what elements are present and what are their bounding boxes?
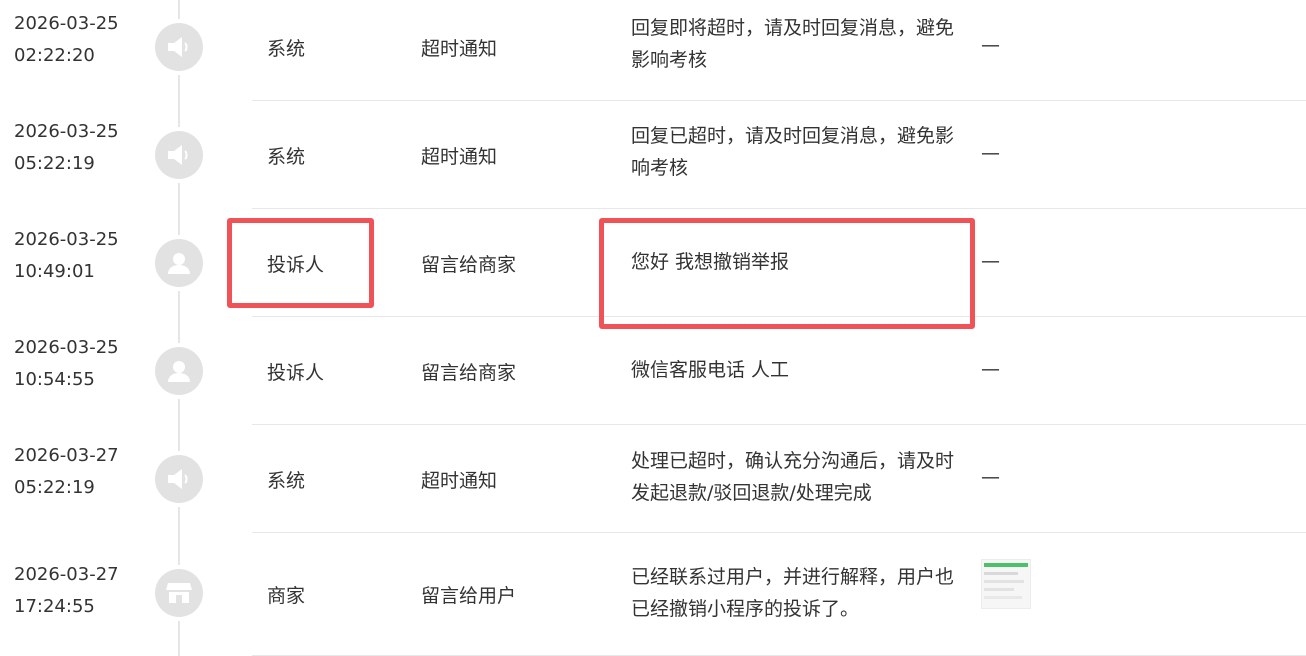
person-icon bbox=[155, 347, 203, 395]
timestamp-date: 2026-03-25 bbox=[14, 13, 119, 34]
attachment-placeholder: — bbox=[981, 466, 1000, 488]
message-type: 超时通知 bbox=[421, 146, 498, 168]
timestamp-date: 2026-03-25 bbox=[14, 337, 119, 358]
message-content: 已经联系过用户，并进行解释，用户也已经撤销小程序的投诉了。 bbox=[631, 566, 955, 620]
highlight-box-role bbox=[227, 218, 374, 308]
message-type: 留言给商家 bbox=[421, 362, 517, 384]
timestamp: 2026-03-27 05:22:19 bbox=[14, 440, 154, 504]
row-divider bbox=[252, 532, 1306, 533]
attachment-placeholder: — bbox=[981, 34, 1000, 56]
timestamp-time: 17:24:55 bbox=[14, 596, 95, 617]
speaker-icon bbox=[155, 131, 203, 179]
timeline-row: 2026-03-25 10:54:55 投诉人 留言给商家 微信客服电话 人工 … bbox=[0, 317, 1306, 425]
timeline-row: 2026-03-27 17:24:55 商家 留言给用户 已经联系过用户，并进行… bbox=[0, 534, 1306, 656]
message-type: 留言给商家 bbox=[421, 254, 517, 276]
timeline-row: 2026-03-27 05:22:19 系统 超时通知 处理已超时，确认充分沟通… bbox=[0, 425, 1306, 533]
person-icon bbox=[155, 239, 203, 287]
sender-role: 系统 bbox=[267, 146, 306, 168]
timeline-row: 2026-03-25 02:22:20 系统 超时通知 回复即将超时，请及时回复… bbox=[0, 0, 1306, 101]
timestamp-time: 02:22:20 bbox=[14, 45, 95, 66]
store-icon bbox=[155, 569, 203, 617]
timestamp-time: 05:22:19 bbox=[14, 153, 95, 174]
message-type: 留言给用户 bbox=[421, 585, 517, 607]
message-type: 超时通知 bbox=[421, 38, 498, 60]
timestamp: 2026-03-25 05:22:19 bbox=[14, 116, 154, 180]
timestamp-date: 2026-03-25 bbox=[14, 121, 119, 142]
message-content: 处理已超时，确认充分沟通后，请及时发起退款/驳回退款/处理完成 bbox=[631, 450, 955, 504]
timestamp-date: 2026-03-25 bbox=[14, 229, 119, 250]
timestamp-time: 10:49:01 bbox=[14, 261, 95, 282]
complaint-history-timeline: 2026-03-25 02:22:20 系统 超时通知 回复即将超时，请及时回复… bbox=[0, 0, 1306, 656]
attachment-placeholder: — bbox=[981, 250, 1000, 272]
attachment-placeholder: — bbox=[981, 142, 1000, 164]
timeline-row: 2026-03-25 05:22:19 系统 超时通知 回复已超时，请及时回复消… bbox=[0, 101, 1306, 209]
message-content: 回复即将超时，请及时回复消息，避免影响考核 bbox=[631, 17, 955, 71]
sender-role: 商家 bbox=[267, 585, 306, 607]
timestamp-time: 05:22:19 bbox=[14, 477, 95, 498]
timestamp: 2026-03-25 10:49:01 bbox=[14, 224, 154, 288]
timestamp-date: 2026-03-27 bbox=[14, 445, 119, 466]
image-thumbnail-icon[interactable] bbox=[981, 559, 1031, 609]
message-content: 微信客服电话 人工 bbox=[631, 359, 790, 381]
sender-role: 系统 bbox=[267, 470, 306, 492]
timestamp-date: 2026-03-27 bbox=[14, 564, 119, 585]
speaker-icon bbox=[155, 455, 203, 503]
speaker-icon bbox=[155, 23, 203, 71]
timestamp-time: 10:54:55 bbox=[14, 369, 95, 390]
timestamp: 2026-03-27 17:24:55 bbox=[14, 559, 154, 623]
message-type: 超时通知 bbox=[421, 470, 498, 492]
timestamp: 2026-03-25 02:22:20 bbox=[14, 8, 154, 72]
attachment-placeholder: — bbox=[981, 358, 1000, 380]
highlight-box-content bbox=[599, 218, 975, 329]
timestamp: 2026-03-25 10:54:55 bbox=[14, 332, 154, 396]
message-content: 回复已超时，请及时回复消息，避免影响考核 bbox=[631, 125, 955, 179]
sender-role: 投诉人 bbox=[267, 362, 325, 384]
sender-role: 系统 bbox=[267, 38, 306, 60]
